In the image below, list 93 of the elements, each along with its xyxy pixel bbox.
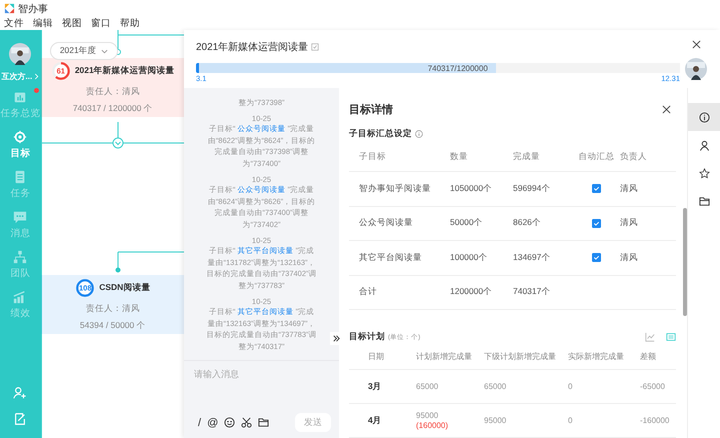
table-cell-text: 1200000个 [450,286,494,298]
edit-icon[interactable] [311,43,320,51]
menu-item[interactable]: 视图 [62,17,82,30]
goal-title: 2021年新媒体运营阅读量 [74,64,175,76]
table-cell-text: 100000个 [450,252,488,264]
table-cell-text: 65000 [484,382,508,391]
column-header: 数量 [450,150,469,162]
menu-item[interactable]: 窗口 [91,17,111,30]
table-cell-text: 740317个 [513,286,552,298]
folder-icon [698,196,710,206]
info-icon[interactable] [415,130,423,138]
section-title: 目标计划 [349,331,385,343]
column-header: 子目标 [358,150,387,162]
checkbox[interactable] [592,253,601,262]
column-header: 完成量 [513,150,541,162]
table-cell-text: 134697个 [513,252,552,264]
column-header: 实际新增完成量 [568,350,625,362]
star-icon [698,168,710,178]
connector-line [117,30,184,50]
toolbar-button[interactable]: / [198,416,202,428]
checkbox[interactable] [592,218,601,228]
user-avatar[interactable] [9,43,32,65]
menu-item[interactable]: 编辑 [33,17,53,30]
close-icon[interactable] [692,40,700,49]
table-cell-text: 596994个 [513,182,552,195]
scissors-icon[interactable] [241,417,252,428]
close-icon[interactable] [662,105,671,114]
task-icon [13,170,28,184]
table-cell: -65000 [640,382,665,391]
table-cell-text: 8626个 [513,217,542,230]
column-header: 日期 [367,350,385,362]
table-cell-text: 智办事知乎阅读量 [358,182,432,195]
info-tab[interactable] [688,103,720,131]
goal-title: 2021年新媒体运营阅读量 [196,40,308,54]
year-dropdown[interactable]: 2021年度 [50,42,118,60]
panel-title: 目标详情 [349,102,393,117]
menu-item[interactable]: 文件 [4,17,24,30]
table-cell-text: 0 [568,382,574,391]
table-cell-text: 95000 [484,416,508,425]
table-cell-text: 0 [568,416,574,425]
checkbox[interactable] [592,184,601,194]
table-cell-text: 公众号阅读量 [358,217,414,230]
goal-owner: 责任人：清风 [86,86,140,98]
table-cell-text: 合计 [358,286,378,298]
person-icon [698,140,710,150]
team-icon [13,250,28,264]
progress-ring [50,60,71,80]
app-logo [4,3,15,14]
table-cell-text: (160000) [416,420,450,430]
connector-dot [115,268,120,272]
connector-line [117,252,184,268]
user-name[interactable]: 互次方... [2,71,32,82]
table-cell-text: 其它平台阅读量 [358,252,423,264]
table-cell-text: 清风 [619,252,638,264]
table-cell-text: 清风 [619,182,638,195]
nav-item[interactable]: 目标 [10,130,30,170]
goal-owner: 责任人：清风 [86,302,140,314]
info-icon [698,112,710,122]
goal-title: CSDN阅读量 [99,282,150,294]
table-cell-text: 3月 [367,380,383,392]
emoji-icon[interactable] [224,417,236,428]
chevron-down-icon [100,48,108,54]
scrollbar[interactable] [683,208,687,316]
table-cell: -160000 [640,416,670,425]
column-header: 差额 [640,350,656,362]
column-header: 自动汇总 [578,150,616,162]
goal-amount: 740317 / 1200000 个 [72,102,153,114]
owner-avatar[interactable] [685,58,707,80]
message-input[interactable]: 请输入消息 [184,361,339,387]
column-header: 计划新增完成量 [416,350,473,362]
target-icon [13,130,28,144]
overview-icon [13,90,28,104]
table-cell-text: 95000 [416,410,440,420]
column-header: 下级计划新增完成量 [484,350,557,362]
folder-icon[interactable] [258,417,270,428]
message-icon [13,210,28,224]
goal-amount: 54394 / 50000 个 [80,320,146,332]
collapse-button[interactable] [330,332,343,345]
table-cell-text: 50000个 [450,217,484,230]
toolbar-button[interactable]: @ [207,416,218,428]
menu-item[interactable]: 帮助 [120,17,140,30]
app-name: 智办事 [18,2,48,16]
table-cell-text: 清风 [619,217,638,230]
send-button[interactable]: 发送 [295,413,331,432]
progress-text: 740317/1200000 [428,64,488,72]
table-cell-text: 65000 [416,382,440,392]
section-title: 子目标汇总设定 [349,128,412,140]
table-cell-text: 1050000个 [450,182,494,195]
double-chevron-icon [332,334,341,343]
perf-icon [13,290,28,304]
progress-ring [75,278,96,298]
table-cell-text: 4月 [367,414,383,426]
column-header: 负责人 [619,150,647,162]
